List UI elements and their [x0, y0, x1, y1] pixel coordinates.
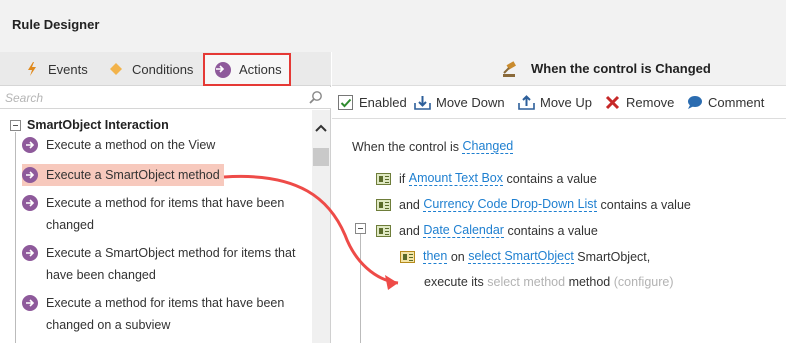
- comment-label: Comment: [708, 95, 765, 110]
- condition-control-link[interactable]: Amount Text Box: [408, 171, 503, 186]
- tab-actions[interactable]: Actions: [203, 53, 291, 86]
- action-icon: [400, 250, 415, 263]
- condition-suffix: contains a value: [506, 171, 597, 186]
- list-item-label: Execute a method for items that have bee…: [46, 192, 284, 236]
- arrow-circle-icon: [22, 167, 38, 183]
- list-item[interactable]: Execute a method on the View: [22, 134, 307, 156]
- list-item-line: changed on a subview: [46, 318, 171, 332]
- enabled-checkbox[interactable]: [338, 95, 353, 110]
- action-method-word: method: [568, 275, 611, 289]
- tree-guide-line: [15, 132, 16, 343]
- tab-strip: Events Conditions Actions: [0, 52, 331, 86]
- select-method-link[interactable]: select method: [487, 275, 565, 289]
- action-on-text: on: [450, 249, 465, 264]
- scrollbar-thumb[interactable]: [313, 148, 329, 166]
- action-row[interactable]: then on select SmartObject SmartObject,: [400, 249, 650, 264]
- configure-link[interactable]: (configure): [614, 275, 674, 289]
- move-down-label: Move Down: [436, 95, 505, 110]
- condition-row[interactable]: and Currency Code Drop-Down List contain…: [376, 197, 691, 212]
- action-row-continued: execute its select method method (config…: [424, 275, 674, 289]
- diamond-icon: [108, 61, 124, 77]
- condition-icon: [376, 224, 391, 237]
- condition-prefix: and: [399, 223, 420, 238]
- comment-button[interactable]: Comment: [686, 86, 764, 119]
- right-panel: When the control is Changed Enabled Move…: [332, 52, 786, 343]
- rule-toolbar: Enabled Move Down Move Up Remove Comment: [332, 85, 786, 119]
- list-item-line: have been changed: [46, 268, 156, 282]
- arrow-circle-icon: [22, 137, 38, 153]
- rule-collapse-icon[interactable]: [355, 223, 366, 234]
- condition-control-link[interactable]: Date Calendar: [423, 223, 504, 238]
- lightning-icon: [24, 61, 40, 77]
- event-link[interactable]: Changed: [462, 139, 514, 154]
- move-up-button[interactable]: Move Up: [518, 86, 592, 119]
- list-item-label: Execute a SmartObject method: [46, 168, 220, 182]
- search-input[interactable]: [5, 89, 300, 107]
- remove-x-icon: [604, 94, 621, 111]
- collapse-icon[interactable]: [10, 119, 21, 131]
- window-title: Rule Designer: [12, 17, 100, 32]
- tab-events-label: Events: [48, 61, 88, 77]
- remove-label: Remove: [626, 95, 675, 110]
- rule-header: When the control is Changed: [332, 52, 786, 85]
- enabled-label: Enabled: [359, 95, 407, 110]
- condition-control-link[interactable]: Currency Code Drop-Down List: [423, 197, 598, 212]
- move-up-icon: [518, 94, 535, 111]
- condition-icon: [376, 198, 391, 211]
- condition-suffix: contains a value: [507, 223, 598, 238]
- arrow-circle-icon: [22, 195, 38, 211]
- list-item-label: Execute a SmartObject method for items t…: [46, 242, 295, 286]
- tree-group-label: SmartObject Interaction: [27, 118, 169, 132]
- move-up-label: Move Up: [540, 95, 593, 110]
- comment-icon: [686, 94, 703, 111]
- condition-icon: [376, 172, 391, 185]
- tab-conditions-label: Conditions: [132, 61, 194, 77]
- list-item[interactable]: Execute a method for items that have bee…: [22, 292, 307, 336]
- arrow-circle-icon: [215, 61, 231, 78]
- scrollbar[interactable]: [312, 110, 330, 343]
- left-panel: Events Conditions Actions SmartObject In…: [0, 52, 331, 343]
- condition-row[interactable]: if Amount Text Box contains a value: [376, 171, 597, 186]
- condition-prefix: and: [399, 197, 420, 212]
- title-bar: Rule Designer: [0, 0, 786, 52]
- search-box: [0, 87, 331, 109]
- list-item-label: Execute a method on the View: [46, 138, 216, 152]
- rule-guide-line: [360, 234, 361, 343]
- condition-suffix: contains a value: [600, 197, 691, 212]
- list-item[interactable]: Execute a method for items that have bee…: [22, 192, 307, 236]
- condition-prefix: if: [399, 171, 406, 186]
- move-down-button[interactable]: Move Down: [414, 86, 505, 119]
- move-down-icon: [414, 94, 431, 111]
- chevron-up-icon[interactable]: [315, 122, 327, 132]
- tree-group-smartobject-interaction[interactable]: SmartObject Interaction: [10, 118, 169, 132]
- list-item-line: Execute a method for items that have bee…: [46, 296, 285, 310]
- then-link[interactable]: then: [423, 249, 448, 264]
- arrow-circle-icon: [22, 245, 38, 261]
- tab-events[interactable]: Events: [24, 52, 88, 86]
- rule-event-line: When the control is Changed: [352, 139, 514, 154]
- rule-header-title: When the control is Changed: [531, 61, 711, 76]
- list-item-line: Execute a method for items that have bee…: [46, 196, 285, 210]
- tab-conditions[interactable]: Conditions: [108, 52, 193, 86]
- list-item-line: Execute a SmartObject method for items t…: [46, 246, 296, 260]
- arrow-circle-icon: [22, 295, 38, 311]
- select-smartobject-link[interactable]: select SmartObject: [468, 249, 574, 264]
- list-item-line: changed: [46, 218, 94, 232]
- gavel-icon: [500, 60, 520, 78]
- tab-actions-label: Actions: [239, 62, 282, 77]
- rule-event-prefix: When the control is: [352, 139, 459, 154]
- list-item-label: Execute a method for items that have bee…: [46, 292, 284, 336]
- rule-body: When the control is Changed if Amount Te…: [332, 120, 786, 343]
- search-icon[interactable]: [308, 90, 324, 106]
- list-item-selected[interactable]: Execute a SmartObject method: [22, 164, 224, 186]
- check-icon: [340, 98, 351, 107]
- action-tree: SmartObject Interaction Execute a method…: [0, 110, 312, 343]
- list-item[interactable]: Execute a SmartObject method for items t…: [22, 242, 307, 286]
- enabled-toggle[interactable]: Enabled: [338, 86, 407, 119]
- condition-row[interactable]: and Date Calendar contains a value: [376, 223, 598, 238]
- remove-button[interactable]: Remove: [604, 86, 674, 119]
- action-execute-prefix: execute its: [424, 275, 484, 289]
- action-smartobject-suffix: SmartObject,: [577, 249, 651, 264]
